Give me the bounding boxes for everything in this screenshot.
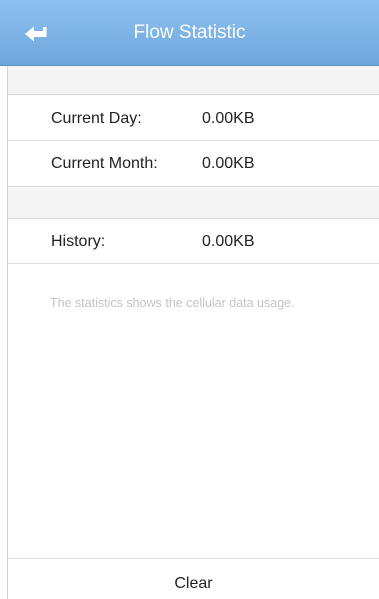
current-day-label: Current Day:	[51, 110, 142, 127]
flow-statistic-screen: Flow Statistic Current Day: 0.00KB Curre…	[0, 0, 379, 599]
bottom-bar: Clear	[8, 558, 379, 599]
current-month-value: 0.00KB	[202, 155, 255, 172]
current-day-row: Current Day: 0.00KB	[8, 96, 379, 141]
current-month-label: Current Month:	[51, 155, 158, 172]
current-month-row: Current Month: 0.00KB	[8, 141, 379, 186]
history-label: History:	[51, 233, 106, 250]
page-title: Flow Statistic	[133, 22, 246, 43]
current-day-value: 0.00KB	[202, 110, 255, 127]
usage-note: The statistics shows the cellular data u…	[50, 296, 295, 310]
history-value: 0.00KB	[202, 233, 255, 250]
history-row: History: 0.00KB	[8, 219, 379, 264]
clear-button[interactable]: Clear	[8, 559, 379, 599]
section-spacer-middle	[8, 186, 379, 219]
section-spacer-top	[8, 66, 379, 95]
left-edge-divider	[0, 66, 8, 599]
app-bar: Flow Statistic	[0, 0, 379, 66]
